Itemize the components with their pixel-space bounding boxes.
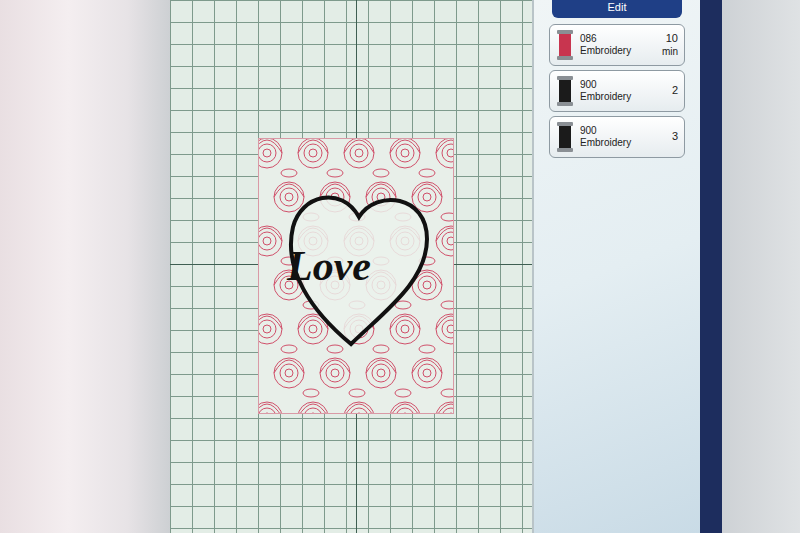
screen-frame [700,0,800,533]
edit-button[interactable]: Edit [552,0,682,18]
thread-item[interactable]: 086Embroidery 10min [549,24,685,66]
thread-code: 086 [580,33,656,45]
thread-item[interactable]: 900Embroidery 2 [549,70,685,112]
machine-photo: LoveEdit086Embroidery10min900Embroidery2… [0,0,800,533]
embroidery-screen: LoveEdit086Embroidery10min900Embroidery2… [170,0,700,533]
thread-code: 900 [580,125,666,137]
thread-time: 3 [672,130,678,143]
spool-icon [556,122,574,152]
spool-icon [556,76,574,106]
thread-panel: Edit086Embroidery10min900Embroidery2900E… [534,0,700,533]
thread-name: Embroidery [580,137,666,149]
embroidery-design[interactable]: Love [258,138,454,414]
design-canvas[interactable]: Love [170,0,534,533]
thread-item[interactable]: 900Embroidery 3 [549,116,685,158]
thread-code: 900 [580,79,666,91]
machine-bezel [0,0,170,533]
spool-icon [556,30,574,60]
thread-name: Embroidery [580,91,666,103]
thread-time: 2 [672,84,678,97]
design-text: Love [287,243,371,289]
thread-unit: min [662,46,678,58]
thread-name: Embroidery [580,45,656,57]
thread-time: 10 [662,32,678,45]
